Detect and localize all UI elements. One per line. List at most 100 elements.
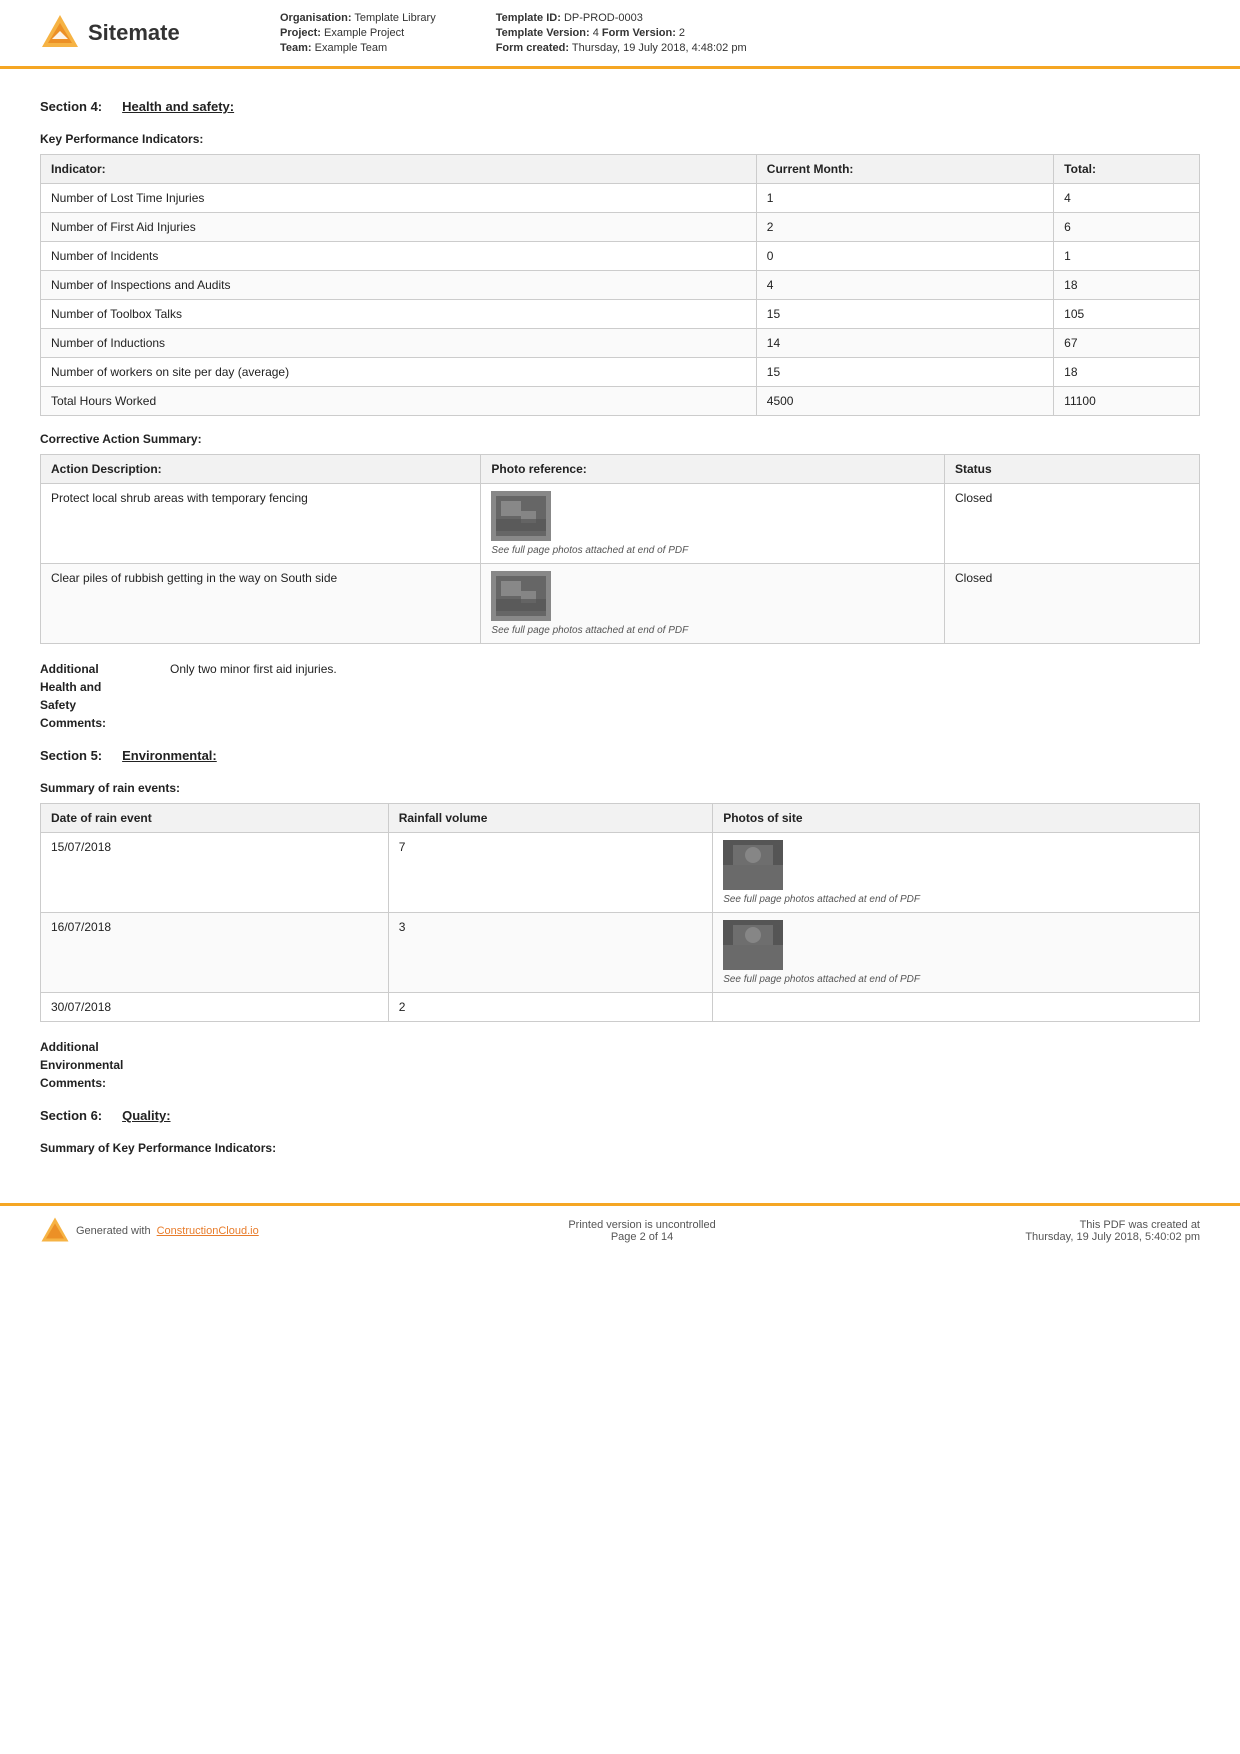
footer-logo-icon: [40, 1216, 70, 1246]
logo-text: Sitemate: [88, 20, 180, 46]
kpi-cell-current: 15: [756, 300, 1053, 329]
rain-cell-photo: [713, 993, 1200, 1022]
kpi-col-indicator: Indicator:: [41, 155, 757, 184]
kpi-row: Number of workers on site per day (avera…: [41, 358, 1200, 387]
kpi-cell-total: 4: [1054, 184, 1200, 213]
rain-photo-thumbnail: [723, 840, 783, 890]
rain-cell-date: 15/07/2018: [41, 833, 389, 913]
kpi-row: Number of Lost Time Injuries 1 4: [41, 184, 1200, 213]
kpi-cell-indicator: Number of First Aid Injuries: [41, 213, 757, 242]
section5-label: Section 5:: [40, 748, 102, 763]
kpi-row: Number of Toolbox Talks 15 105: [41, 300, 1200, 329]
kpi-cell-current: 14: [756, 329, 1053, 358]
kpi-cell-current: 4: [756, 271, 1053, 300]
env-comments-block: Additional Environmental Comments:: [40, 1038, 1200, 1092]
header-right-col: Template ID: DP-PROD-0003 Template Versi…: [496, 12, 747, 54]
footer-right: This PDF was created at Thursday, 19 Jul…: [1025, 1219, 1200, 1243]
project-line: Project: Example Project: [280, 27, 436, 39]
section6-label: Section 6:: [40, 1108, 102, 1123]
kpi-col-total: Total:: [1054, 155, 1200, 184]
kpi-cell-total: 105: [1054, 300, 1200, 329]
kpi-row: Number of Inductions 14 67: [41, 329, 1200, 358]
rain-col-photos: Photos of site: [713, 804, 1200, 833]
form-created-line: Form created: Thursday, 19 July 2018, 4:…: [496, 42, 747, 54]
rain-row: 15/07/2018 7 See full page photos attach…: [41, 833, 1200, 913]
kpi-cell-indicator: Number of Inductions: [41, 329, 757, 358]
org-line: Organisation: Template Library: [280, 12, 436, 24]
kpi-cell-indicator: Number of Incidents: [41, 242, 757, 271]
rain-cell-volume: 7: [388, 833, 713, 913]
hs-comments-value: Only two minor first aid injuries.: [170, 660, 337, 732]
section5-heading: Section 5: Environmental:: [40, 748, 1200, 763]
photo-cell: See full page photos attached at end of …: [491, 491, 934, 556]
ca-col-status: Status: [945, 455, 1200, 484]
kpi-cell-total: 18: [1054, 271, 1200, 300]
rain-cell-photo: See full page photos attached at end of …: [713, 833, 1200, 913]
hs-comments-block: Additional Health and Safety Comments: O…: [40, 660, 1200, 732]
photo-thumbnail: [491, 571, 551, 621]
corrective-action-title: Corrective Action Summary:: [40, 432, 1200, 446]
page-footer: Generated with ConstructionCloud.io Prin…: [0, 1203, 1240, 1256]
kpi-title: Key Performance Indicators:: [40, 132, 1200, 146]
kpi-cell-current: 15: [756, 358, 1053, 387]
ca-cell-status: Closed: [945, 484, 1200, 564]
template-version-line: Template Version: 4 Form Version: 2: [496, 27, 747, 39]
ca-cell-photo: See full page photos attached at end of …: [481, 564, 945, 644]
photo-cell: See full page photos attached at end of …: [491, 571, 934, 636]
team-line: Team: Example Team: [280, 42, 436, 54]
kpi-cell-current: 1: [756, 184, 1053, 213]
section6-heading: Section 6: Quality:: [40, 1108, 1200, 1123]
kpi-cell-indicator: Number of Inspections and Audits: [41, 271, 757, 300]
kpi-cell-current: 4500: [756, 387, 1053, 416]
ca-cell-description: Protect local shrub areas with temporary…: [41, 484, 481, 564]
photo-thumbnail: [491, 491, 551, 541]
kpi-cell-indicator: Number of Toolbox Talks: [41, 300, 757, 329]
ca-row: Protect local shrub areas with temporary…: [41, 484, 1200, 564]
section6-title: Quality:: [122, 1108, 170, 1123]
rain-col-date: Date of rain event: [41, 804, 389, 833]
rain-cell-volume: 3: [388, 913, 713, 993]
kpi-table: Indicator: Current Month: Total: Number …: [40, 154, 1200, 416]
ca-col-photo: Photo reference:: [481, 455, 945, 484]
quality-kpi-title: Summary of Key Performance Indicators:: [40, 1141, 1200, 1155]
footer-center: Printed version is uncontrolled Page 2 o…: [568, 1219, 715, 1243]
rain-photo-caption: See full page photos attached at end of …: [723, 894, 1189, 905]
env-comments-label: Additional Environmental Comments:: [40, 1038, 150, 1092]
rain-cell-date: 16/07/2018: [41, 913, 389, 993]
section4-label: Section 4:: [40, 99, 102, 114]
photo-caption: See full page photos attached at end of …: [491, 545, 934, 556]
kpi-cell-indicator: Total Hours Worked: [41, 387, 757, 416]
kpi-cell-total: 11100: [1054, 387, 1200, 416]
kpi-cell-current: 2: [756, 213, 1053, 242]
sitemate-logo-icon: [40, 13, 80, 53]
kpi-cell-total: 1: [1054, 242, 1200, 271]
rain-row: 30/07/2018 2: [41, 993, 1200, 1022]
rain-photo-caption: See full page photos attached at end of …: [723, 974, 1189, 985]
ca-cell-status: Closed: [945, 564, 1200, 644]
rain-cell-date: 30/07/2018: [41, 993, 389, 1022]
rain-photo-cell: See full page photos attached at end of …: [723, 920, 1189, 985]
header-left-col: Organisation: Template Library Project: …: [280, 12, 436, 54]
kpi-row: Number of Inspections and Audits 4 18: [41, 271, 1200, 300]
ca-cell-description: Clear piles of rubbish getting in the wa…: [41, 564, 481, 644]
kpi-cell-total: 6: [1054, 213, 1200, 242]
ca-col-description: Action Description:: [41, 455, 481, 484]
rain-events-title: Summary of rain events:: [40, 781, 1200, 795]
rain-events-table: Date of rain event Rainfall volume Photo…: [40, 803, 1200, 1022]
kpi-cell-indicator: Number of Lost Time Injuries: [41, 184, 757, 213]
hs-comments-label: Additional Health and Safety Comments:: [40, 660, 150, 732]
rain-col-volume: Rainfall volume: [388, 804, 713, 833]
rain-cell-photo: See full page photos attached at end of …: [713, 913, 1200, 993]
rain-photo-thumbnail: [723, 920, 783, 970]
section4-heading: Section 4: Health and safety:: [40, 99, 1200, 114]
kpi-row: Number of Incidents 0 1: [41, 242, 1200, 271]
rain-cell-volume: 2: [388, 993, 713, 1022]
kpi-col-current: Current Month:: [756, 155, 1053, 184]
footer-link[interactable]: ConstructionCloud.io: [157, 1225, 259, 1237]
rain-photo-cell: See full page photos attached at end of …: [723, 840, 1189, 905]
kpi-cell-total: 18: [1054, 358, 1200, 387]
ca-cell-photo: See full page photos attached at end of …: [481, 484, 945, 564]
corrective-action-table: Action Description: Photo reference: Sta…: [40, 454, 1200, 644]
page-header: Sitemate Organisation: Template Library …: [0, 0, 1240, 69]
header-meta: Organisation: Template Library Project: …: [220, 12, 1200, 54]
